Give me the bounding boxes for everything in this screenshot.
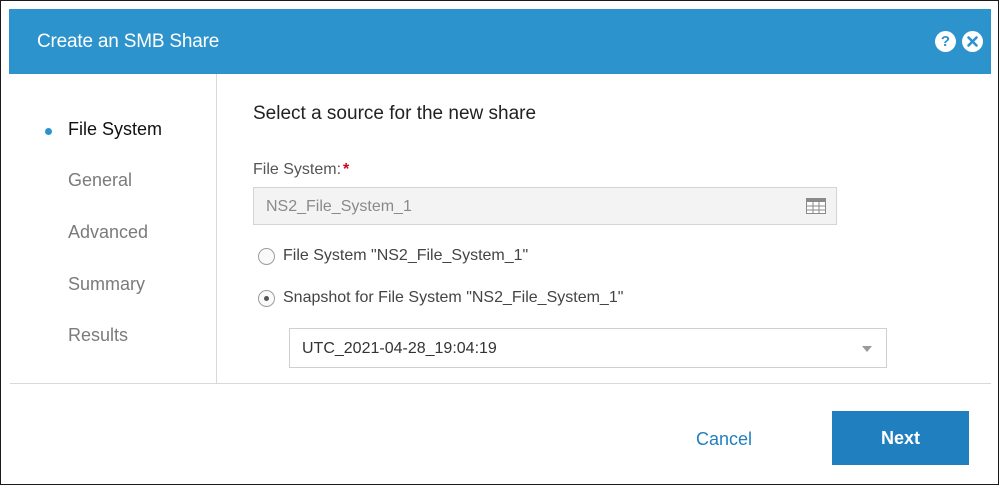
step-file-system[interactable]: File System [68,119,162,140]
file-system-value: NS2_File_System_1 [266,198,412,215]
radio-button[interactable] [258,247,275,265]
footer-divider [10,383,991,384]
step-advanced[interactable]: Advanced [68,222,148,243]
header-icons: ? [935,31,983,52]
wizard-content: Select a source for the new share File S… [217,74,991,383]
file-system-label-text: File System: [253,161,342,178]
radio-snapshot[interactable]: Snapshot for File System "NS2_File_Syste… [258,289,623,307]
table-picker-icon[interactable] [806,198,826,219]
step-results[interactable]: Results [68,325,128,346]
active-step-indicator [45,128,52,135]
next-button[interactable]: Next [832,411,969,465]
dialog-title: Create an SMB Share [37,30,220,52]
page-heading: Select a source for the new share [253,103,537,124]
radio-file-system[interactable]: File System "NS2_File_System_1" [258,247,528,265]
step-summary[interactable]: Summary [68,274,145,295]
chevron-down-icon[interactable] [862,346,872,352]
snapshot-select[interactable]: UTC_2021-04-28_19:04:19 [289,328,887,368]
radio-file-system-label: File System "NS2_File_System_1" [283,247,529,264]
file-system-label: File System: * [253,161,349,179]
step-general[interactable]: General [68,170,132,191]
radio-snapshot-label: Snapshot for File System "NS2_File_Syste… [283,289,624,306]
file-system-field[interactable]: NS2_File_System_1 [253,187,837,225]
close-icon[interactable] [962,31,983,52]
help-icon[interactable]: ? [935,31,956,52]
dialog-header: Create an SMB Share ? [9,9,991,74]
radio-button-checked[interactable] [258,289,275,307]
wizard-steps: File System General Advanced Summary Res… [10,74,217,383]
snapshot-selected-value: UTC_2021-04-28_19:04:19 [302,340,497,357]
cancel-button[interactable]: Cancel [669,419,779,459]
required-marker: * [343,161,350,178]
create-smb-share-dialog: Create an SMB Share ? File System Genera… [0,0,999,485]
